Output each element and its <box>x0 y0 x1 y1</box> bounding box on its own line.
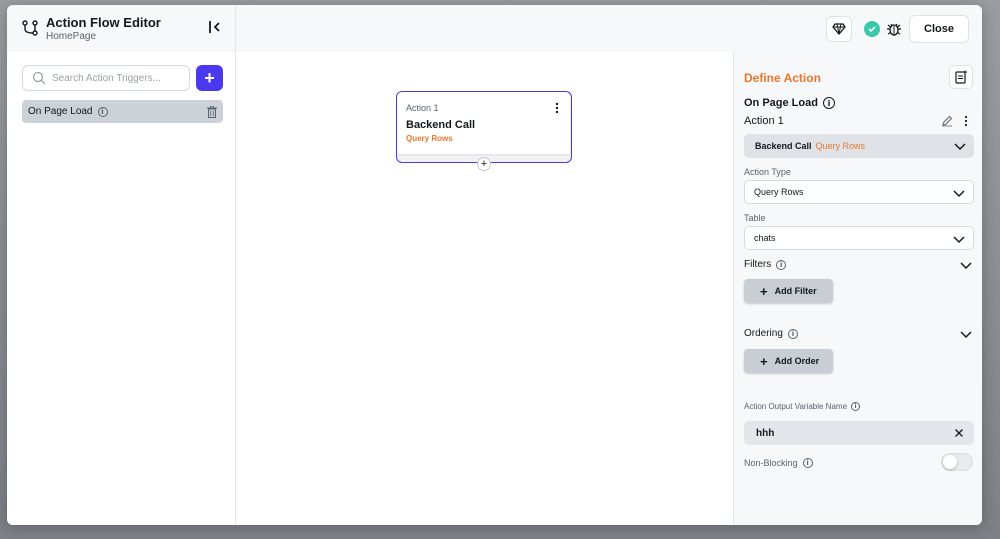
page-title: Action Flow Editor <box>46 15 161 30</box>
bug-icon[interactable] <box>886 20 902 38</box>
info-icon[interactable]: i <box>97 106 108 117</box>
info-icon[interactable]: i <box>851 402 861 411</box>
search-icon <box>32 71 46 85</box>
info-icon[interactable]: i <box>822 97 835 109</box>
chevron-down-icon <box>953 236 965 244</box>
action-select-sub: Query Rows <box>815 141 866 151</box>
action-type-label: Action Type <box>744 167 791 177</box>
more-vertical-icon[interactable] <box>964 115 968 127</box>
filters-section-label: Filters i <box>744 259 787 270</box>
info-icon[interactable]: i <box>776 259 787 270</box>
filters-label: Filters <box>744 259 772 270</box>
collapse-panel-icon[interactable] <box>207 19 223 35</box>
action-flow-icon <box>22 20 38 36</box>
plus-icon: + <box>760 353 768 369</box>
more-vertical-icon[interactable] <box>555 102 559 114</box>
action-select[interactable]: Backend Call Query Rows <box>744 134 974 158</box>
flow-canvas[interactable]: Action 1 Backend Call Query Rows + <box>236 52 733 525</box>
trigger-name-label: On Page Load <box>744 97 818 109</box>
add-action-button[interactable]: + <box>477 157 491 171</box>
search-input[interactable] <box>52 72 187 84</box>
define-action-panel: Define Action On Page Load i Action 1 Ba… <box>733 52 982 525</box>
non-blocking-label-row: Non-Blocking i <box>744 458 813 468</box>
header-left: Action Flow Editor HomePage <box>7 5 236 52</box>
search-box[interactable] <box>22 65 190 91</box>
close-icon[interactable] <box>954 428 964 438</box>
table-select[interactable]: chats <box>744 226 974 250</box>
page-subtitle: HomePage <box>46 31 97 42</box>
add-filter-label: Add Filter <box>774 286 817 296</box>
trash-icon[interactable] <box>207 106 217 118</box>
output-variable-label-row: Action Output Variable Name i <box>744 402 861 411</box>
chevron-down-icon[interactable] <box>960 260 972 270</box>
chevron-down-icon[interactable] <box>960 329 972 339</box>
gem-icon <box>832 23 846 35</box>
ordering-label: Ordering <box>744 328 783 339</box>
plus-icon: + <box>760 283 768 299</box>
non-blocking-toggle[interactable] <box>941 453 973 471</box>
trigger-item-on-page-load[interactable]: On Page Load i <box>22 100 223 123</box>
trigger-name: On Page Load i <box>744 97 835 109</box>
action-type-value: Query Rows <box>754 187 804 197</box>
edit-icon[interactable] <box>941 115 953 127</box>
action-flow-editor-modal: Action Flow Editor HomePage Close Search… <box>7 5 982 525</box>
add-order-label: Add Order <box>774 356 820 366</box>
trigger-label: On Page Load <box>28 106 93 117</box>
action-name: Action 1 <box>744 115 784 127</box>
action-node-card: Action 1 Backend Call Query Rows <box>397 92 570 154</box>
action-node[interactable]: Action 1 Backend Call Query Rows + <box>396 91 572 171</box>
info-icon[interactable]: i <box>787 328 798 339</box>
add-order-button[interactable]: + Add Order <box>744 349 833 373</box>
add-filter-button[interactable]: + Add Filter <box>744 279 833 303</box>
info-icon[interactable]: i <box>802 458 813 468</box>
action-node-subtitle: Query Rows <box>406 134 453 143</box>
table-label: Table <box>744 213 766 223</box>
close-button[interactable]: Close <box>909 15 969 43</box>
table-value: chats <box>754 233 776 243</box>
define-action-title: Define Action <box>744 71 821 85</box>
chevron-down-icon <box>953 190 965 198</box>
triggers-panel: + On Page Load i <box>7 52 236 525</box>
action-select-main: Backend Call <box>755 141 812 151</box>
add-trigger-button[interactable]: + <box>196 65 223 91</box>
non-blocking-label: Non-Blocking <box>744 458 798 468</box>
output-variable-input[interactable]: hhh <box>744 421 974 445</box>
action-type-select[interactable]: Query Rows <box>744 180 974 204</box>
header-right: Close <box>236 5 982 52</box>
toggle-knob <box>943 455 957 469</box>
ordering-section-label: Ordering i <box>744 328 798 339</box>
output-variable-value: hhh <box>756 427 775 439</box>
chevron-down-icon <box>954 143 966 151</box>
header: Action Flow Editor HomePage Close <box>7 5 982 52</box>
gem-button[interactable] <box>826 16 852 42</box>
status-check-icon[interactable] <box>864 21 880 37</box>
action-node-title: Backend Call <box>406 119 476 131</box>
docs-button[interactable] <box>949 65 973 89</box>
output-variable-label: Action Output Variable Name <box>744 402 848 411</box>
action-node-label: Action 1 <box>406 103 439 113</box>
document-icon <box>954 70 967 84</box>
